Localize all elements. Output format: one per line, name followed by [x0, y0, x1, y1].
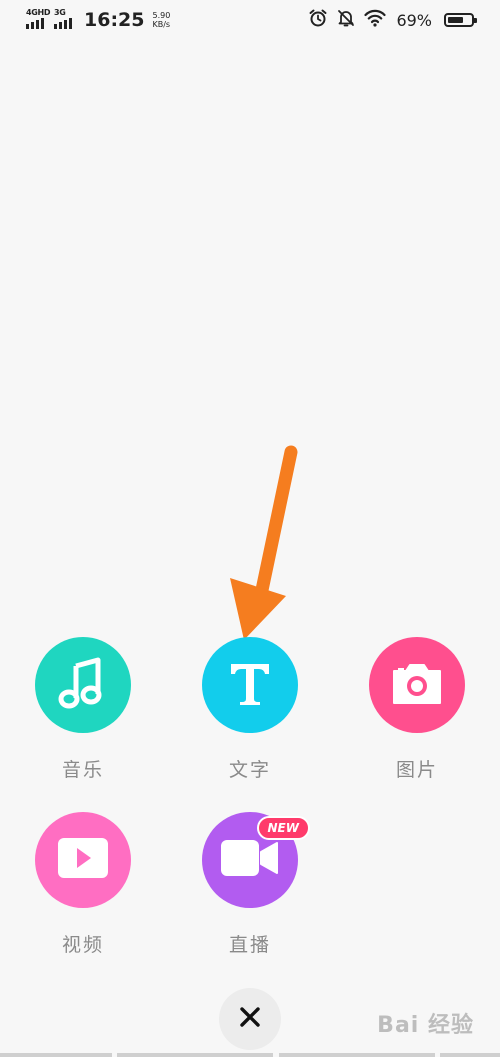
video-camera-icon: [219, 836, 281, 884]
status-bar-right: 69%: [308, 8, 477, 32]
new-badge: NEW: [256, 816, 310, 840]
publish-screen: 4GHD 3G 16:25 5.90 KB/s 69% 音乐 文字 图片 视频 …: [0, 0, 500, 1057]
battery-icon: [444, 13, 477, 27]
status-bar-left: 4GHD 3G 16:25 5.90 KB/s: [26, 8, 170, 32]
text-button[interactable]: [202, 637, 298, 733]
sim1-network-type: 4GHD: [26, 8, 51, 17]
music-action[interactable]: 音乐: [28, 637, 138, 782]
mute-bell-icon: [336, 8, 356, 32]
status-time: 16:25: [84, 9, 145, 31]
video-action[interactable]: 视频: [28, 812, 138, 957]
wifi-icon: [364, 9, 387, 31]
status-bar: 4GHD 3G 16:25 5.90 KB/s 69%: [0, 0, 500, 40]
live-button[interactable]: NEW: [202, 812, 310, 908]
live-action[interactable]: NEW 直播: [195, 812, 310, 957]
image-button[interactable]: [369, 637, 465, 733]
text-action[interactable]: 文字: [195, 637, 305, 782]
network-speed-value: 5.90: [152, 11, 171, 20]
text-label: 文字: [228, 759, 271, 781]
close-button[interactable]: [219, 988, 281, 1050]
music-label: 音乐: [61, 759, 104, 781]
live-label: 直播: [228, 934, 271, 956]
camera-icon: [390, 659, 444, 711]
sim1-signal-icon: 4GHD: [26, 8, 51, 31]
watermark: Bai 经验: [377, 1013, 474, 1038]
close-icon: [239, 1006, 261, 1032]
text-t-icon: [225, 658, 275, 712]
battery-fill: [448, 17, 464, 23]
sim2-signal-icon: 3G: [54, 9, 76, 31]
sim2-network-type: 3G: [54, 8, 66, 17]
network-speed: 5.90 KB/s: [152, 11, 170, 29]
video-play-icon: [56, 836, 110, 884]
alarm-icon: [308, 8, 328, 32]
music-note-icon: [54, 654, 112, 716]
image-label: 图片: [395, 759, 438, 781]
bottom-strip: [0, 1053, 500, 1057]
network-speed-unit: KB/s: [152, 20, 171, 29]
video-label: 视频: [61, 934, 104, 956]
battery-percent: 69%: [396, 10, 432, 30]
video-button[interactable]: [35, 812, 131, 908]
image-action[interactable]: 图片: [362, 637, 472, 782]
music-button[interactable]: [35, 637, 131, 733]
